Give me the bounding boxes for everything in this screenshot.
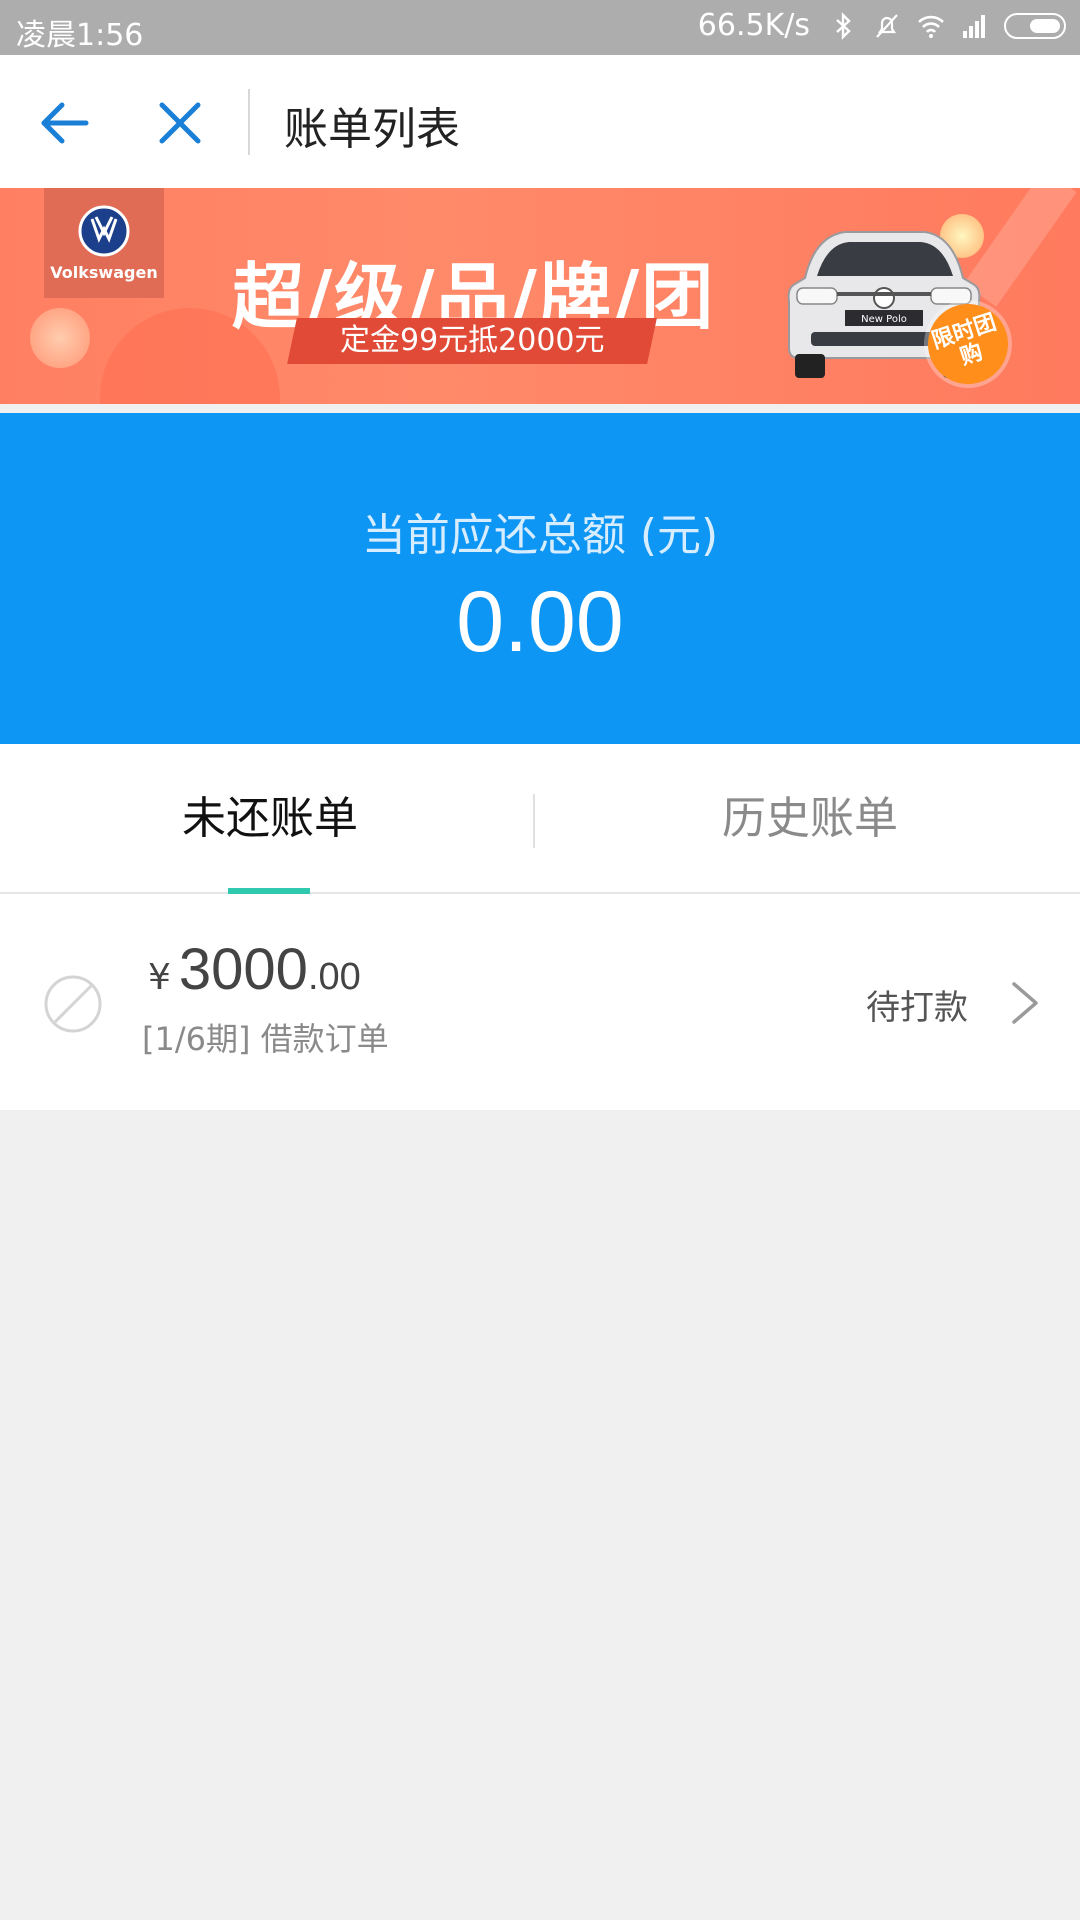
car-plate: New Polo — [861, 314, 907, 325]
vw-logo-icon — [78, 205, 130, 256]
currency-symbol: ¥ — [148, 957, 171, 998]
tab-divider — [533, 794, 535, 848]
banner-decoration — [30, 308, 90, 368]
bill-amount: ¥3000.00 — [148, 936, 361, 1003]
bill-list-item[interactable]: ¥3000.00 [1/6期] 借款订单 待打款 — [0, 894, 1080, 1110]
status-time: 凌晨1:56 — [16, 18, 144, 53]
banner-subline-text: 定金99元抵2000元 — [339, 323, 605, 358]
disabled-status-icon — [44, 975, 102, 1033]
banner-subline: 定金99元抵2000元 — [287, 318, 657, 364]
bill-description: [1/6期] 借款订单 — [142, 1020, 389, 1058]
promo-banner[interactable]: Volkswagen 超/级/品/牌/团 定金99元抵2000元 New Pol… — [0, 188, 1080, 404]
status-right: 66.5K/s — [698, 8, 1066, 43]
bill-tabs: 未还账单 历史账单 — [0, 744, 1080, 894]
status-bar: 凌晨1:56 66.5K/s — [0, 0, 1080, 55]
amount-decimal: .00 — [307, 956, 361, 998]
network-speed: 66.5K/s — [697, 8, 810, 43]
total-due-amount: 0.00 — [456, 574, 624, 670]
amount-integer: 3000 — [178, 937, 308, 1002]
battery-icon — [1004, 12, 1066, 39]
mute-bell-icon — [876, 13, 898, 38]
bluetooth-icon — [836, 11, 851, 40]
back-arrow-icon[interactable] — [36, 93, 96, 153]
signal-icon — [963, 14, 985, 38]
nav-divider — [248, 89, 250, 155]
nav-bar: 账单列表 — [0, 55, 1080, 188]
chevron-right-icon — [1012, 982, 1038, 1024]
tab-history-bills[interactable]: 历史账单 — [540, 744, 1080, 892]
close-icon[interactable] — [150, 93, 210, 153]
total-due-panel: 当前应还总额 (元) 0.00 — [0, 413, 1080, 744]
total-due-label: 当前应还总额 (元) — [361, 510, 719, 561]
brand-name: Volkswagen — [50, 262, 158, 282]
vw-logo-box: Volkswagen — [44, 188, 164, 298]
tab-unpaid-bills[interactable]: 未还账单 — [0, 744, 540, 892]
page-title: 账单列表 — [284, 104, 460, 155]
wifi-icon — [918, 15, 944, 38]
bill-status: 待打款 — [866, 988, 968, 1028]
